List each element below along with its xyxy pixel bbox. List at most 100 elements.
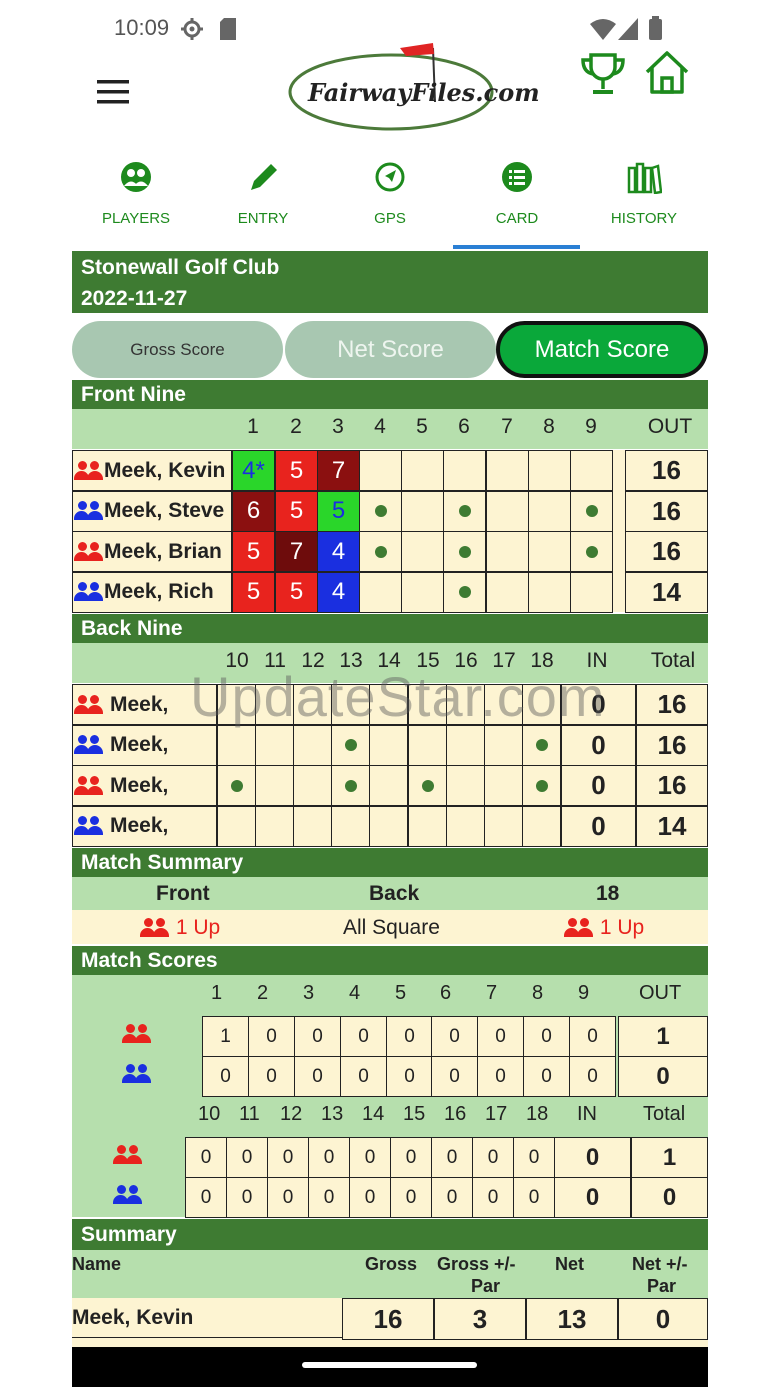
back-score-cell[interactable] xyxy=(217,724,256,766)
red-team-icon xyxy=(74,694,104,715)
front-score-cell[interactable] xyxy=(486,571,529,613)
tab-entry[interactable]: ENTRY xyxy=(203,150,323,246)
back-score-cell[interactable] xyxy=(484,724,523,766)
ms-back-cell: 0 xyxy=(349,1137,391,1178)
front-score-cell[interactable] xyxy=(443,571,486,613)
front-score-cell[interactable] xyxy=(401,490,444,532)
history-books-icon xyxy=(627,162,662,194)
back-score-cell[interactable] xyxy=(484,765,523,806)
back-score-cell[interactable] xyxy=(484,805,523,847)
trophy-icon[interactable] xyxy=(580,52,626,96)
back-score-cell[interactable] xyxy=(408,765,447,806)
front-score-cell[interactable] xyxy=(401,450,444,491)
back-score-cell[interactable] xyxy=(331,765,370,806)
front-score-cell[interactable] xyxy=(570,450,613,491)
hamburger-menu-icon[interactable] xyxy=(97,80,129,104)
back-score-cell[interactable] xyxy=(369,765,408,806)
player-name-text: Meek, Steve xyxy=(104,499,225,522)
back-score-cell[interactable] xyxy=(408,724,447,766)
front-score-cell[interactable]: 7 xyxy=(275,531,318,572)
gross-score-button[interactable]: Gross Score xyxy=(72,321,283,378)
player-name[interactable]: Meek, Brian xyxy=(72,531,232,572)
front-score-cell[interactable] xyxy=(359,571,402,613)
front-score-cell[interactable] xyxy=(528,490,571,532)
front-score-cell[interactable] xyxy=(443,490,486,532)
front-score-cell[interactable] xyxy=(359,531,402,572)
back-player-name[interactable]: Meek, xyxy=(72,765,217,806)
back-score-cell[interactable] xyxy=(369,805,408,847)
back-score-cell[interactable] xyxy=(522,724,561,766)
front-score-cell[interactable] xyxy=(443,450,486,491)
back-player-name[interactable]: Meek, xyxy=(72,724,217,766)
ms-front-hole: 9 xyxy=(578,982,590,1004)
back-score-cell[interactable] xyxy=(255,724,294,766)
match-summary-values: 1 Up All Square 1 Up xyxy=(72,910,708,944)
summary-gross: 16 xyxy=(342,1298,434,1340)
front-score-cell[interactable] xyxy=(528,450,571,491)
front-score-cell[interactable]: 6 xyxy=(232,490,275,532)
ms-back-hole: 12 xyxy=(280,1103,303,1125)
back-score-cell[interactable] xyxy=(255,805,294,847)
front-score-cell[interactable] xyxy=(486,490,529,532)
stroke-dot xyxy=(585,505,598,517)
front-score-cell[interactable]: 5 xyxy=(232,531,275,572)
front-score-cell[interactable] xyxy=(528,531,571,572)
home-gesture-pill[interactable] xyxy=(302,1362,477,1368)
tab-gps[interactable]: GPS xyxy=(330,150,450,246)
front-score-cell[interactable]: 7 xyxy=(317,450,360,491)
front-score-cell[interactable] xyxy=(486,531,529,572)
back-score-cell[interactable] xyxy=(446,805,485,847)
front-score-cell[interactable] xyxy=(359,490,402,532)
back-score-cell[interactable] xyxy=(293,724,332,766)
back-score-cell[interactable] xyxy=(217,805,256,847)
back-score-cell[interactable] xyxy=(331,805,370,847)
back-score-cell[interactable] xyxy=(522,765,561,806)
front-score-cell[interactable] xyxy=(570,490,613,532)
back-score-cell[interactable] xyxy=(408,805,447,847)
player-name[interactable]: Meek, Steve xyxy=(72,490,232,532)
front-score-cell[interactable]: 5 xyxy=(275,571,318,613)
front-score-cell[interactable]: 4 xyxy=(317,531,360,572)
back-score-cell[interactable] xyxy=(446,724,485,766)
match-scores-header: Match Scores xyxy=(72,946,708,975)
front-score-cell[interactable]: 5 xyxy=(275,450,318,491)
summary-col-net-par-2: Par xyxy=(647,1276,677,1296)
back-score-cell[interactable] xyxy=(217,765,256,806)
front-score-cell[interactable] xyxy=(528,571,571,613)
front-score-cell[interactable]: 5 xyxy=(232,571,275,613)
back-score-cell[interactable] xyxy=(331,724,370,766)
tab-players[interactable]: PLAYERS xyxy=(76,150,196,246)
front-score-cell[interactable] xyxy=(570,531,613,572)
back-score-cell[interactable] xyxy=(293,765,332,806)
battery-icon xyxy=(649,16,662,40)
front-score-cell[interactable] xyxy=(401,531,444,572)
fairwayfiles-logo: FairwayFiles.com xyxy=(288,40,540,132)
back-score-cell[interactable] xyxy=(369,724,408,766)
player-name[interactable]: Meek, Rich xyxy=(72,571,232,613)
front-score-cell[interactable]: 4 xyxy=(317,571,360,613)
ms-front-cell: 0 xyxy=(569,1016,616,1057)
back-score-cell[interactable] xyxy=(446,765,485,806)
back-player-name[interactable]: Meek, xyxy=(72,805,217,847)
summary-col-gross-par-2: Par xyxy=(471,1276,501,1296)
match-score-button[interactable]: Match Score xyxy=(496,321,708,378)
front-score-cell[interactable] xyxy=(359,450,402,491)
back-nine-header: Back Nine xyxy=(72,614,708,643)
back-total-label: Total xyxy=(650,649,696,672)
front-score-cell[interactable] xyxy=(401,571,444,613)
tab-card[interactable]: CARD xyxy=(457,150,577,246)
front-score-cell[interactable]: 5 xyxy=(275,490,318,532)
back-score-cell[interactable] xyxy=(293,805,332,847)
front-score-cell[interactable] xyxy=(486,450,529,491)
home-icon[interactable] xyxy=(644,50,690,94)
front-score-cell[interactable] xyxy=(443,531,486,572)
player-name[interactable]: Meek, Kevin xyxy=(72,450,232,491)
front-score-cell[interactable]: 5 xyxy=(317,490,360,532)
tab-history[interactable]: HISTORY xyxy=(584,150,704,246)
stroke-dot xyxy=(458,505,471,517)
back-score-cell[interactable] xyxy=(255,765,294,806)
front-score-cell[interactable]: 4* xyxy=(232,450,275,491)
back-score-cell[interactable] xyxy=(522,805,561,847)
front-score-cell[interactable] xyxy=(570,571,613,613)
net-score-button[interactable]: Net Score xyxy=(285,321,496,378)
